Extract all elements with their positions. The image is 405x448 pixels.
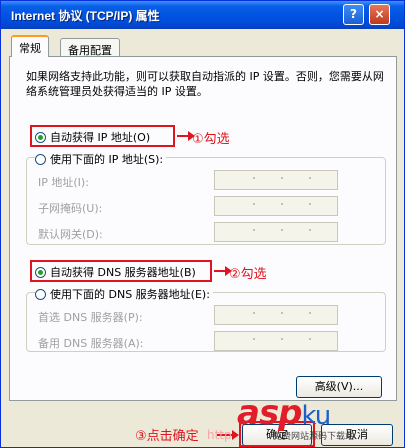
radio-selected-icon bbox=[35, 266, 46, 278]
ip-address-input[interactable] bbox=[214, 170, 338, 190]
annotation-step3: ③点击确定 bbox=[135, 429, 199, 444]
dialog-window: Internet 协议 (TCP/IP) 属性 ? × 常规 备用配置 如果网络… bbox=[0, 0, 405, 448]
subnet-mask-label: 子网掩码(U): bbox=[38, 202, 103, 215]
radio-unselected-icon bbox=[35, 153, 46, 165]
alternate-dns-label: 备用 DNS 服务器(A): bbox=[38, 337, 144, 350]
annotation-step2: ②勾选 bbox=[229, 267, 267, 282]
annotation-step1: ①勾选 bbox=[192, 132, 230, 147]
description-text: 如果网络支持此功能，则可以获取自动指派的 IP 设置。否则，您需要从网络系统管理… bbox=[26, 70, 384, 98]
tab-alternate-config[interactable]: 备用配置 bbox=[60, 38, 120, 58]
default-gateway-input[interactable] bbox=[214, 222, 338, 242]
radio-selected-icon bbox=[35, 131, 46, 143]
arrow-step2-icon bbox=[214, 266, 232, 276]
radio-auto-dns-label: 自动获得 DNS 服务器地址(B) bbox=[50, 266, 196, 279]
radio-manual-ip-label: 使用下面的 IP 地址(S): bbox=[50, 153, 164, 166]
watermark-subtitle: 免费网站源码下载站 bbox=[273, 432, 355, 442]
default-gateway-label: 默认网关(D): bbox=[38, 228, 103, 241]
help-icon[interactable]: ? bbox=[343, 4, 364, 25]
window-title: Internet 协议 (TCP/IP) 属性 bbox=[11, 9, 160, 23]
radio-auto-ip-label: 自动获得 IP 地址(O) bbox=[50, 131, 151, 144]
title-bar[interactable]: Internet 协议 (TCP/IP) 属性 ? × bbox=[1, 1, 404, 29]
radio-manual-dns-label: 使用下面的 DNS 服务器地址(E): bbox=[50, 288, 210, 301]
radio-auto-ip[interactable]: 自动获得 IP 地址(O) bbox=[35, 129, 150, 145]
radio-manual-dns[interactable]: 使用下面的 DNS 服务器地址(E): bbox=[35, 286, 213, 302]
radio-unselected-icon bbox=[35, 288, 46, 300]
preferred-dns-input[interactable] bbox=[214, 305, 338, 325]
watermark-url-text: http bbox=[207, 428, 232, 442]
tab-general[interactable]: 常规 bbox=[11, 35, 49, 57]
general-panel: 如果网络支持此功能，则可以获取自动指派的 IP 设置。否则，您需要从网络系统管理… bbox=[9, 56, 397, 401]
radio-auto-dns[interactable]: 自动获得 DNS 服务器地址(B) bbox=[35, 264, 196, 280]
arrow-step1-icon bbox=[177, 131, 195, 141]
preferred-dns-label: 首选 DNS 服务器(P): bbox=[38, 311, 143, 324]
alternate-dns-input[interactable] bbox=[214, 331, 338, 351]
subnet-mask-input[interactable] bbox=[214, 196, 338, 216]
ip-address-label: IP 地址(I): bbox=[38, 176, 89, 189]
watermark-logo: aspku bbox=[237, 393, 331, 433]
radio-manual-ip[interactable]: 使用下面的 IP 地址(S): bbox=[35, 151, 167, 167]
close-icon[interactable]: × bbox=[369, 4, 390, 25]
